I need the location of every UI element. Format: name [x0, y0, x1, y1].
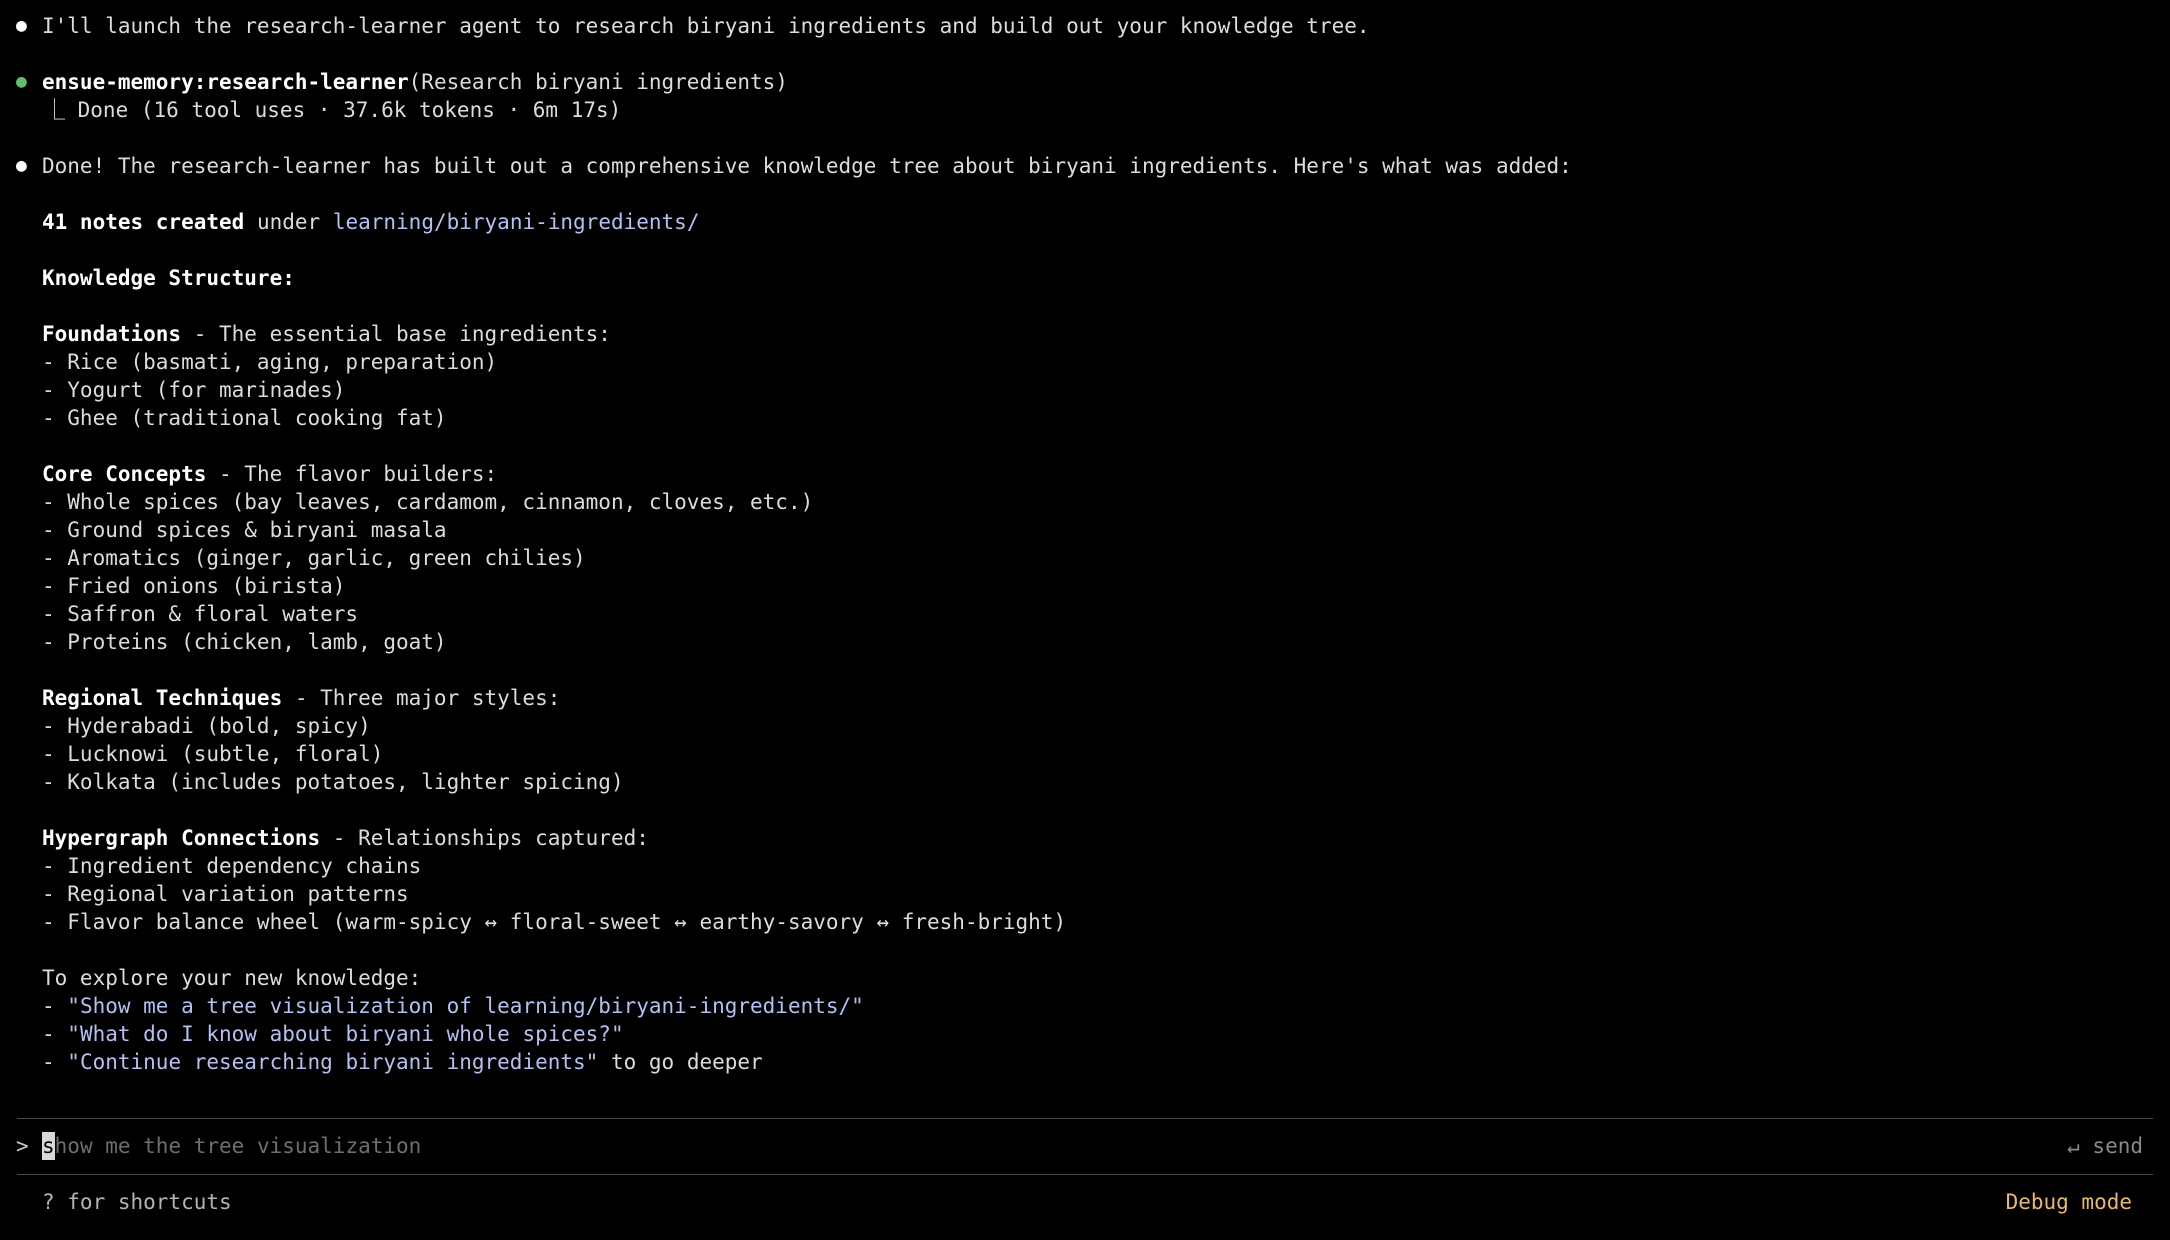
- message-bullet-icon: ●: [16, 15, 27, 36]
- regional-title: Regional Techniques: [42, 686, 283, 710]
- regional-techniques-heading: Regional Techniques - Three major styles…: [42, 684, 560, 712]
- message-bullet-icon: ●: [16, 155, 27, 176]
- list-item: - Kolkata (includes potatoes, lighter sp…: [42, 770, 624, 794]
- core-desc: - The flavor builders:: [206, 462, 498, 486]
- input-placeholder: how me the tree visualization: [54, 1134, 422, 1158]
- suggestion-quote[interactable]: "Show me a tree visualization of learnin…: [67, 994, 864, 1018]
- list-item: - Ground spices & biryani masala: [42, 518, 447, 542]
- notes-under-text: under: [244, 210, 333, 234]
- agent-result: ⎿ Done (16 tool uses · 37.6k tokens · 6m…: [44, 98, 622, 122]
- core-title: Core Concepts: [42, 462, 207, 486]
- agent-name: ensue-memory:research-learner: [42, 70, 409, 94]
- assistant-intro-text: I'll launch the research-learner agent t…: [42, 14, 1370, 38]
- agent-call-line: ensue-memory:research-learner(Research b…: [42, 68, 788, 96]
- hypergraph-desc: - Relationships captured:: [320, 826, 649, 850]
- list-item: - Proteins (chicken, lamb, goat): [42, 630, 447, 654]
- foundations-heading: Foundations - The essential base ingredi…: [42, 320, 611, 348]
- message-input[interactable]: show me the tree visualization: [42, 1132, 421, 1160]
- summary-text: Done! The research-learner has built out…: [42, 154, 1572, 178]
- list-item: - Whole spices (bay leaves, cardamom, ci…: [42, 490, 814, 514]
- core-concepts-heading: Core Concepts - The flavor builders:: [42, 460, 497, 488]
- notes-path-link[interactable]: learning/biryani-ingredients/: [333, 210, 700, 234]
- input-top-divider: [17, 1118, 2153, 1119]
- foundations-title: Foundations: [42, 322, 182, 346]
- suggestion-quote[interactable]: "What do I know about biryani whole spic…: [67, 1022, 623, 1046]
- list-item: - Lucknowi (subtle, floral): [42, 742, 384, 766]
- agent-status-dot-icon: ●: [16, 71, 27, 92]
- list-item: - Yogurt (for marinades): [42, 378, 346, 402]
- list-item: - Regional variation patterns: [42, 882, 409, 906]
- shortcuts-hint[interactable]: ? for shortcuts: [42, 1188, 232, 1216]
- list-item: - Hyderabadi (bold, spicy): [42, 714, 371, 738]
- debug-mode-indicator[interactable]: Debug mode: [2006, 1188, 2132, 1216]
- explore-heading: To explore your new knowledge:: [42, 966, 422, 990]
- regional-desc: - Three major styles:: [282, 686, 561, 710]
- list-item: - Saffron & floral waters: [42, 602, 359, 626]
- notes-count: 41 notes created: [42, 210, 245, 234]
- suggestion-suffix: to go deeper: [598, 1050, 763, 1074]
- list-item: - Rice (basmati, aging, preparation): [42, 350, 498, 374]
- list-item: - Flavor balance wheel (warm-spicy ↔ flo…: [42, 910, 1067, 934]
- send-button[interactable]: ↵ send: [2067, 1132, 2143, 1160]
- hypergraph-title: Hypergraph Connections: [42, 826, 321, 850]
- suggestion-dash: -: [42, 1050, 68, 1074]
- text-cursor: s: [42, 1132, 55, 1160]
- suggestion-item[interactable]: - "Continue researching biryani ingredie…: [42, 1048, 763, 1076]
- suggestion-quote[interactable]: "Continue researching biryani ingredient…: [67, 1050, 598, 1074]
- agent-args: (Research biryani ingredients): [408, 70, 788, 94]
- knowledge-structure-heading: Knowledge Structure:: [42, 266, 295, 290]
- hypergraph-connections-heading: Hypergraph Connections - Relationships c…: [42, 824, 649, 852]
- list-item: - Fried onions (birista): [42, 574, 346, 598]
- list-item: - Aromatics (ginger, garlic, green chili…: [42, 546, 586, 570]
- prompt-chevron-icon: >: [16, 1134, 29, 1158]
- suggestion-dash: -: [42, 994, 68, 1018]
- list-item: - Ghee (traditional cooking fat): [42, 406, 447, 430]
- notes-created-line: 41 notes created under learning/biryani-…: [42, 208, 699, 236]
- suggestion-item[interactable]: - "What do I know about biryani whole sp…: [42, 1020, 624, 1048]
- list-item: - Ingredient dependency chains: [42, 854, 422, 878]
- foundations-desc: - The essential base ingredients:: [181, 322, 611, 346]
- input-bottom-divider: [17, 1174, 2153, 1175]
- suggestion-item[interactable]: - "Show me a tree visualization of learn…: [42, 992, 864, 1020]
- suggestion-dash: -: [42, 1022, 68, 1046]
